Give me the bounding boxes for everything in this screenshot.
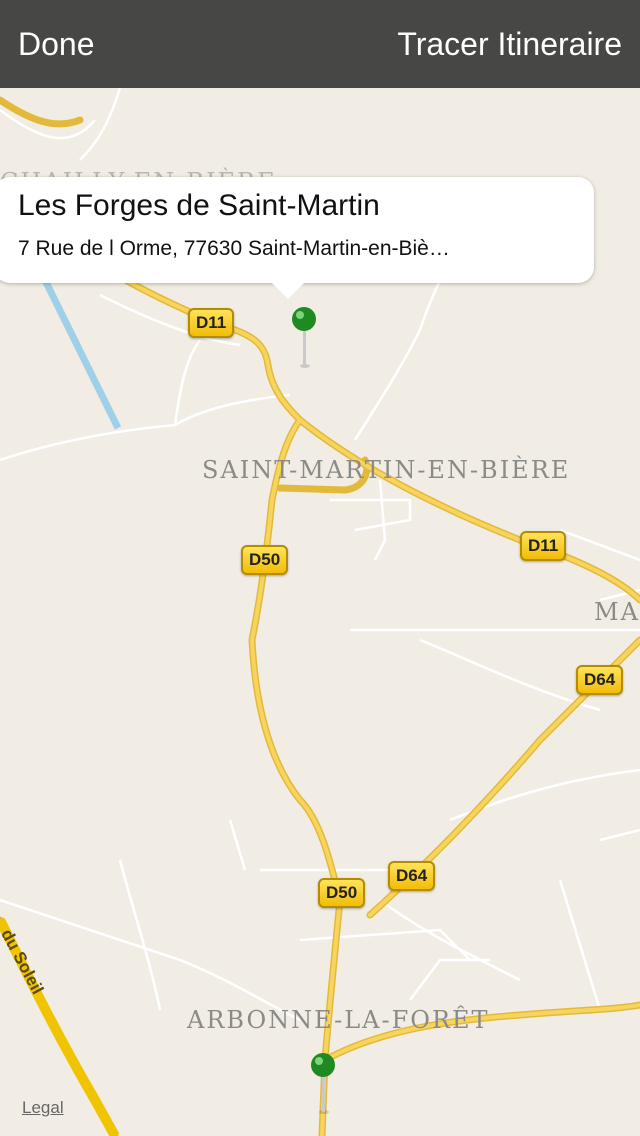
map-pin[interactable] [289, 306, 319, 368]
road-shield-d11: D11 [188, 308, 235, 338]
done-button[interactable]: Done [18, 26, 95, 63]
road-shield-d11: D11 [520, 531, 567, 561]
pin-icon [292, 307, 316, 368]
road-shield-d64: D64 [576, 665, 624, 695]
callout-subtitle: 7 Rue de l Orme, 77630 Saint-Martin-en-B… [18, 237, 450, 260]
map-pin[interactable] [308, 1052, 338, 1114]
place-label-arbonne: ARBONNE-LA-FORÊT [187, 1006, 490, 1034]
annotation-callout[interactable]: Les Forges de Saint-Martin 7 Rue de l Or… [0, 177, 594, 299]
callout-title: Les Forges de Saint-Martin [18, 189, 380, 222]
navigation-bar: Done Tracer Itineraire [0, 0, 640, 88]
legal-link[interactable]: Legal [22, 1098, 64, 1118]
road-shield-d64: D64 [388, 861, 436, 891]
place-label-ma: MA [594, 598, 640, 626]
road-shield-d50: D50 [241, 545, 289, 575]
place-label-saint-martin: SAINT-MARTIN-EN-BIÈRE [202, 456, 571, 484]
pin-icon [311, 1053, 335, 1114]
road-shield-d50: D50 [318, 878, 366, 908]
route-button[interactable]: Tracer Itineraire [397, 26, 622, 63]
